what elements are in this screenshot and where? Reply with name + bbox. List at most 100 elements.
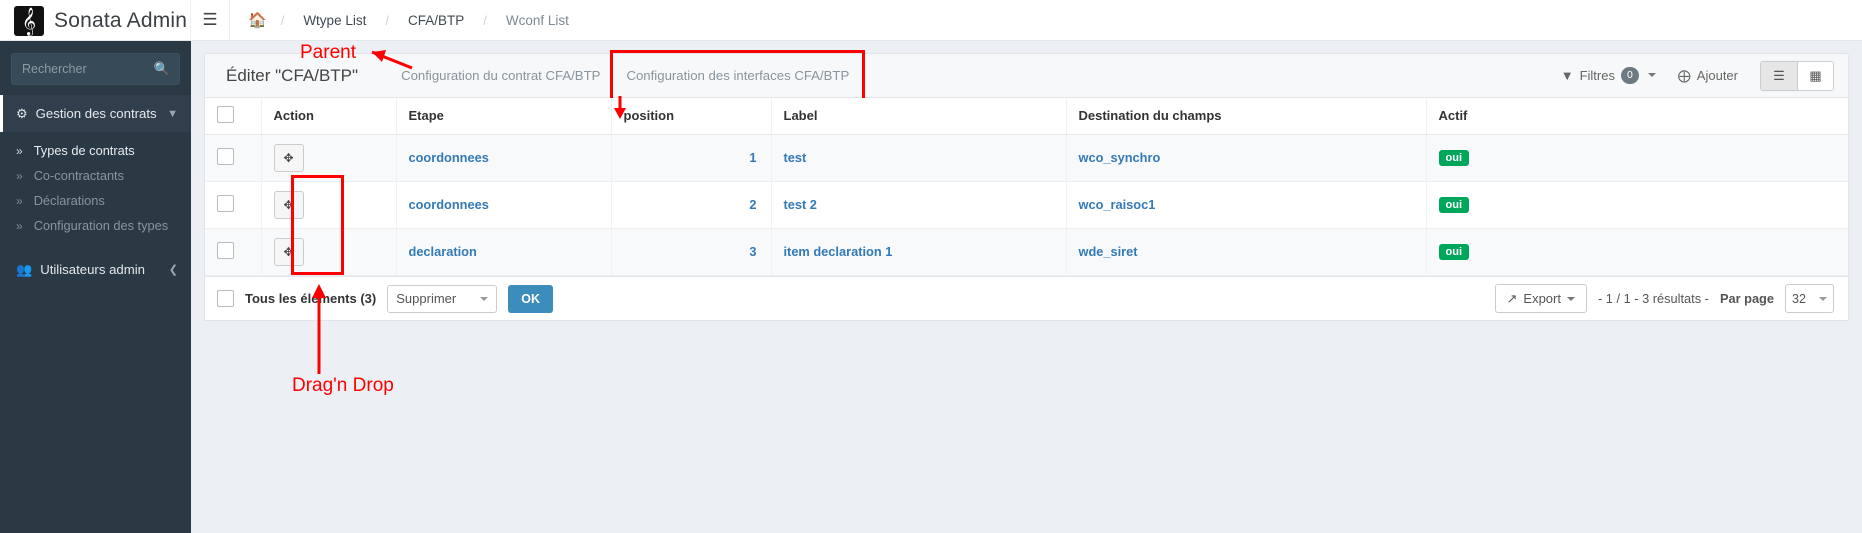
label-link[interactable]: test 2 — [784, 197, 817, 212]
row-actif-cell: oui — [1426, 181, 1848, 229]
chevron-double-right-icon: » — [16, 143, 23, 158]
select-all-footer-checkbox[interactable] — [217, 290, 234, 307]
sidebar-item-label: Déclarations — [33, 193, 105, 208]
row-position-cell: 3 — [611, 228, 772, 276]
etape-link[interactable]: declaration — [409, 244, 477, 259]
sidebar-item-configuration-des-types[interactable]: » Configuration des types — [0, 213, 191, 238]
list-icon[interactable]: ☰ — [1761, 61, 1797, 90]
page-header-panel: Éditer "CFA/BTP" Configuration du contra… — [204, 50, 1849, 101]
sidebar-item-label: Co-contractants — [33, 168, 125, 183]
breadcrumb-item-cfa-btp[interactable]: CFA/BTP — [389, 13, 483, 28]
row-checkbox[interactable] — [217, 194, 234, 212]
header-etape: Etape — [396, 98, 612, 135]
row-etape-cell: coordonnees — [396, 134, 612, 182]
row-select-cell — [205, 228, 262, 276]
export-label: Export — [1523, 291, 1561, 306]
tab-configuration-du-contrat[interactable]: Configuration du contrat CFA/BTP — [388, 68, 613, 83]
destination-link[interactable]: wco_synchro — [1079, 150, 1161, 165]
chevron-double-right-icon: » — [16, 168, 23, 183]
export-button[interactable]: ↗ Export — [1494, 284, 1587, 313]
brand-logo-block[interactable]: 𝄞 Sonata Admin — [0, 0, 191, 41]
export-icon: ↗ — [1506, 290, 1518, 306]
filters-button[interactable]: ▼ Filtres 0 — [1560, 67, 1656, 84]
sidebar-search-wrapper: 🔍 — [0, 41, 191, 95]
per-page-value: 32 — [1792, 291, 1806, 306]
view-mode-group: ☰ ▦ — [1760, 60, 1834, 91]
row-checkbox[interactable] — [217, 147, 234, 165]
sidebar: 🔍 ⚙ Gestion des contrats ▼ » Types de co… — [0, 41, 191, 533]
per-page-label: Par page — [1719, 291, 1774, 306]
chevron-double-right-icon: » — [16, 193, 23, 208]
pagination-text: - 1 / 1 - 3 résultats - — [1597, 291, 1709, 306]
search-box[interactable]: 🔍 — [11, 53, 180, 85]
row-actif-cell: oui — [1426, 228, 1848, 276]
destination-link[interactable]: wde_siret — [1079, 244, 1138, 259]
per-page-select[interactable]: 32 — [1785, 284, 1834, 313]
row-action-cell: ✥ — [261, 181, 397, 229]
etape-link[interactable]: coordonnees — [409, 150, 489, 165]
chevron-down-icon — [1566, 296, 1575, 301]
position-value: 3 — [749, 244, 757, 259]
sidebar-item-declarations[interactable]: » Déclarations — [0, 188, 191, 213]
arrows-move-icon[interactable]: ✥ — [273, 237, 304, 266]
row-label-cell: item declaration 1 — [771, 228, 1067, 276]
chevron-down-icon — [1819, 296, 1827, 301]
pagination-group: ↗ Export - 1 / 1 - 3 résultats - Par pag… — [1494, 284, 1834, 313]
sidebar-section-utilisateurs-admin[interactable]: 👥 Utilisateurs admin ❮ — [0, 251, 191, 288]
home-icon[interactable]: 🏠 — [248, 11, 281, 29]
filters-count-badge: 0 — [1620, 67, 1639, 84]
users-icon: 👥 — [16, 261, 33, 277]
row-label-cell: test — [771, 134, 1067, 182]
hamburger-icon[interactable]: ☰ — [191, 0, 230, 40]
table-head: Action Etape position Label Destination … — [205, 98, 1848, 135]
add-button[interactable]: ⨁ Ajouter — [1678, 68, 1738, 84]
position-value: 2 — [749, 197, 757, 212]
sidebar-section-gestion-des-contrats[interactable]: ⚙ Gestion des contrats ▼ — [0, 95, 191, 132]
bulk-action-value: Supprimer — [396, 291, 457, 306]
chevron-down-icon[interactable]: ▼ — [167, 108, 178, 120]
bulk-actions-group: Tous les éléments (3) Supprimer OK — [217, 284, 553, 313]
row-position-cell: 2 — [611, 181, 772, 229]
bulk-action-select[interactable]: Supprimer — [387, 284, 498, 313]
status-badge: oui — [1438, 197, 1469, 213]
arrows-move-icon[interactable]: ✥ — [273, 143, 304, 172]
arrows-move-icon[interactable]: ✥ — [273, 190, 304, 219]
table-footer-panel: Tous les éléments (3) Supprimer OK ↗ Exp… — [204, 277, 1849, 321]
chevron-down-icon — [480, 296, 489, 301]
sidebar-item-co-contractants[interactable]: » Co-contractants — [0, 163, 191, 188]
select-all-checkbox[interactable] — [217, 105, 234, 123]
top-navbar: 𝄞 Sonata Admin ☰ 🏠 / Wtype List / CFA/BT… — [0, 0, 1862, 41]
filter-icon: ▼ — [1560, 67, 1574, 83]
plus-circle-icon: ⨁ — [1677, 67, 1691, 83]
label-link[interactable]: item declaration 1 — [784, 244, 893, 259]
row-select-cell — [205, 134, 262, 182]
row-destination-cell: wde_siret — [1066, 228, 1427, 276]
sidebar-item-label: Configuration des types — [33, 218, 169, 233]
sidebar-item-types-de-contrats[interactable]: » Types de contrats — [0, 138, 191, 163]
add-label: Ajouter — [1696, 68, 1738, 83]
row-checkbox[interactable] — [217, 241, 234, 259]
grid-icon[interactable]: ▦ — [1797, 61, 1833, 90]
breadcrumb-item-wtype-list[interactable]: Wtype List — [284, 13, 385, 28]
destination-link[interactable]: wco_raisoc1 — [1079, 197, 1156, 212]
sidebar-section-label: Gestion des contrats — [35, 106, 157, 121]
tab-configuration-des-interfaces[interactable]: Configuration des interfaces CFA/BTP — [610, 50, 866, 101]
parent-arrow — [371, 50, 413, 70]
label-link[interactable]: test — [784, 150, 807, 165]
row-etape-cell: coordonnees — [396, 181, 612, 229]
chevron-left-icon[interactable]: ❮ — [169, 263, 178, 276]
table-header-row: Action Etape position Label Destination … — [205, 98, 1848, 135]
row-destination-cell: wco_synchro — [1066, 134, 1427, 182]
ok-button[interactable]: OK — [508, 284, 553, 313]
table-row: ✥ declaration 3 item declaration 1 wde_s… — [205, 228, 1848, 276]
row-actif-cell: oui — [1426, 134, 1848, 182]
header-position: position — [611, 98, 772, 135]
position-value: 1 — [749, 150, 757, 165]
row-etape-cell: declaration — [396, 228, 612, 276]
header-destination: Destination du champs — [1066, 98, 1427, 135]
gears-icon: ⚙ — [16, 105, 28, 121]
etape-link[interactable]: coordonnees — [409, 197, 489, 212]
table-body: ✥ coordonnees 1 test wco_synchro oui ✥ c… — [205, 134, 1848, 276]
status-badge: oui — [1438, 244, 1469, 260]
table-row: ✥ coordonnees 1 test wco_synchro oui — [205, 134, 1848, 182]
